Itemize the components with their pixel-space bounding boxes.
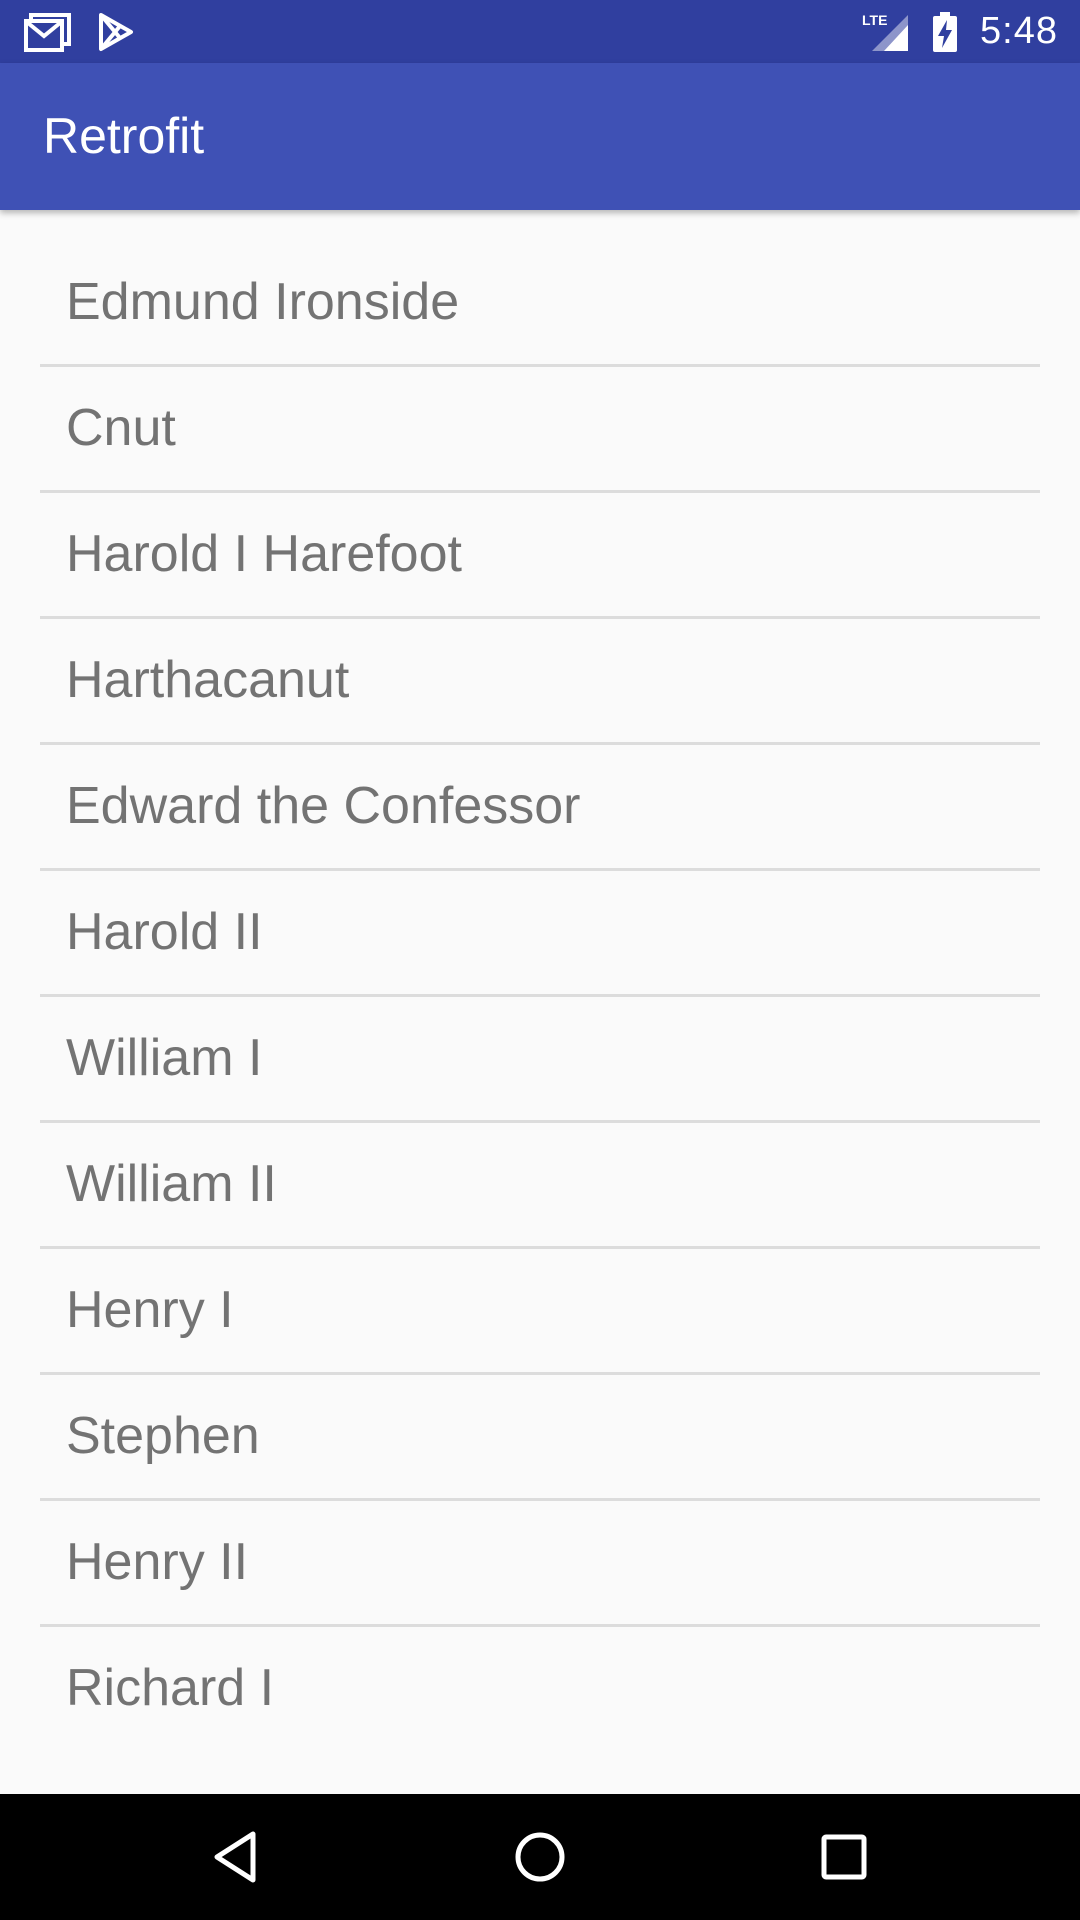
list-item-label: Harthacanut [66, 651, 350, 709]
recents-icon [820, 1833, 868, 1881]
battery-charging-icon [932, 11, 958, 52]
list-item[interactable]: Harthacanut [40, 618, 1040, 745]
back-button[interactable] [190, 1812, 280, 1902]
list-item[interactable]: Harold II [40, 870, 1040, 997]
status-time: 5:48 [980, 10, 1058, 52]
app-title: Retrofit [43, 108, 205, 164]
list-item[interactable]: Richard I [40, 1626, 1040, 1750]
list-item[interactable]: William II [40, 1122, 1040, 1249]
lte-label: LTE [862, 12, 887, 28]
list-item-label: Cnut [66, 399, 176, 457]
list-item[interactable]: Henry I [40, 1248, 1040, 1375]
list-item[interactable]: Stephen [40, 1374, 1040, 1501]
list-item-label: Edmund Ironside [66, 273, 460, 331]
list-item-label: William II [66, 1155, 277, 1213]
navigation-bar [0, 1794, 1080, 1920]
gmail-icon [24, 12, 72, 52]
list-item-label: Henry I [66, 1281, 234, 1339]
lte-signal-icon: LTE [862, 11, 910, 53]
list-item-label: Richard I [66, 1659, 275, 1717]
recents-button[interactable] [799, 1812, 889, 1902]
play-store-icon [98, 12, 134, 52]
list-item-label: Harold I Harefoot [66, 525, 462, 583]
list-item[interactable]: Harold I Harefoot [40, 492, 1040, 619]
home-icon [513, 1830, 567, 1884]
back-icon [211, 1830, 259, 1884]
system-status: LTE 5:48 [862, 0, 1058, 63]
list-item[interactable]: Edward the Confessor [40, 744, 1040, 871]
notification-icons [24, 11, 134, 53]
list-item[interactable]: Edmund Ironside [40, 240, 1040, 367]
list-item-label: William I [66, 1029, 263, 1087]
list-item-label: Stephen [66, 1407, 260, 1465]
list-item-label: Edward the Confessor [66, 777, 581, 835]
kings-list[interactable]: Edmund Ironside Cnut Harold I Harefoot Hart… [0, 210, 1080, 1794]
list-item-label: Harold II [66, 903, 263, 961]
home-button[interactable] [495, 1812, 585, 1902]
list-item[interactable]: William I [40, 996, 1040, 1123]
list-item-label: Henry II [66, 1533, 249, 1591]
list-item[interactable]: Cnut [40, 366, 1040, 493]
app-bar: Retrofit [0, 63, 1080, 210]
list-item[interactable]: Henry II [40, 1500, 1040, 1627]
status-bar: LTE 5:48 [0, 0, 1080, 63]
